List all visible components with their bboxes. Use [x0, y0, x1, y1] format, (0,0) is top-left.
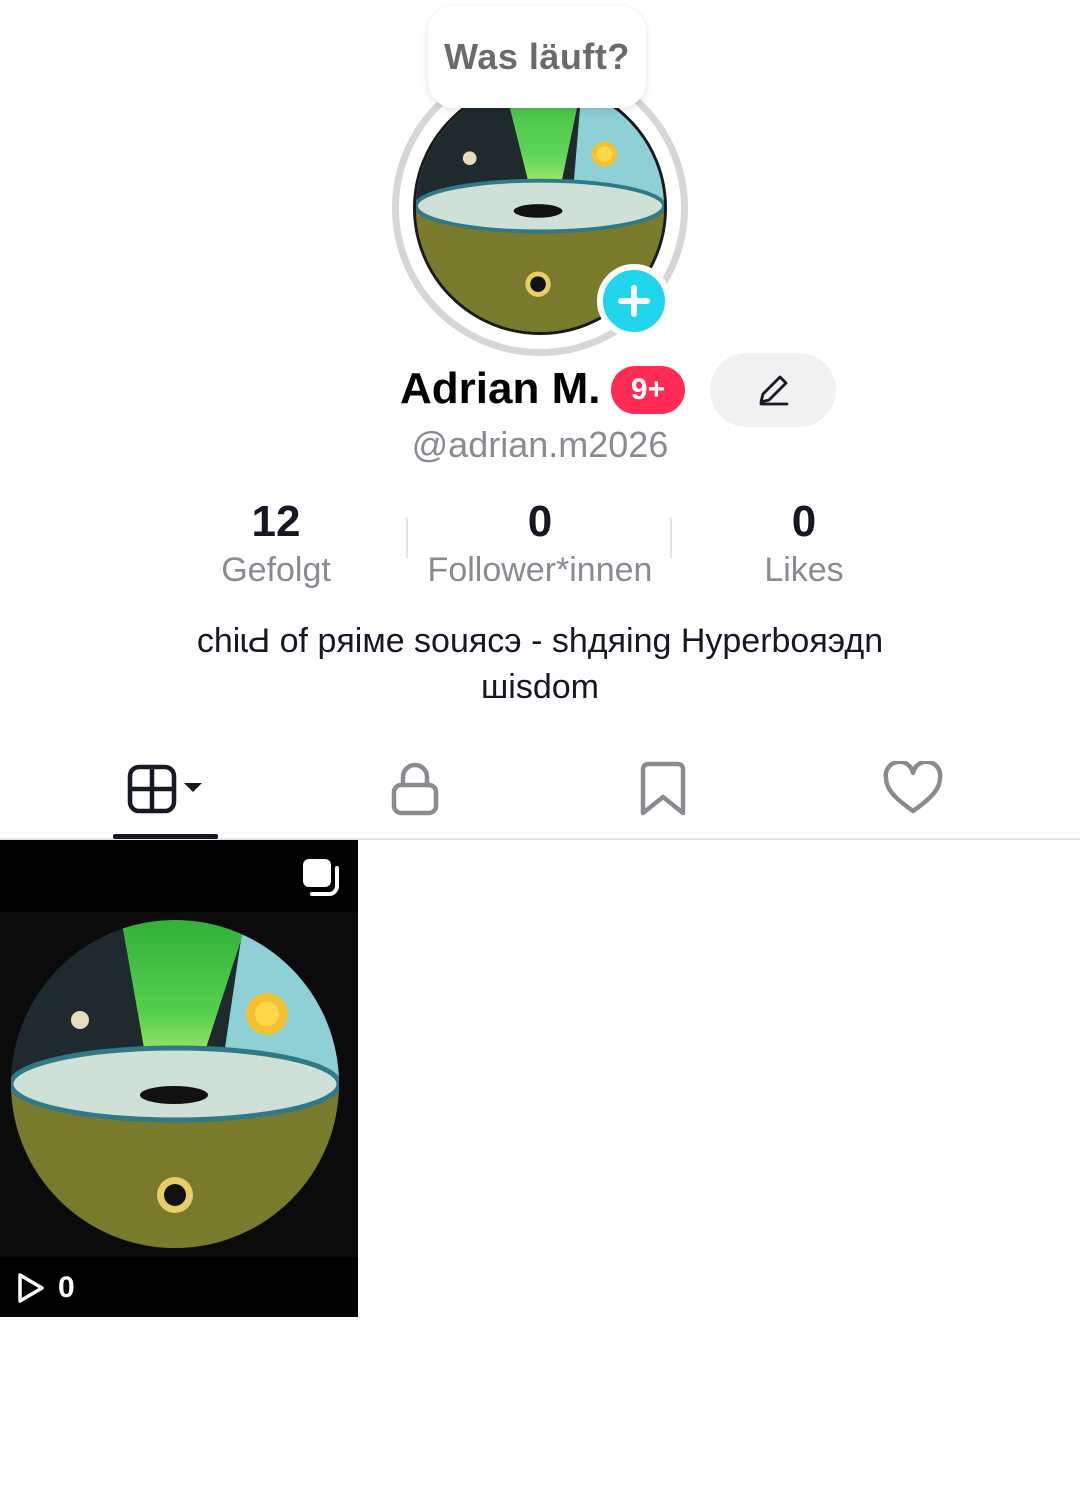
profile-tabs [0, 740, 1080, 840]
grid-icon [127, 764, 202, 814]
stat-value: 0 [527, 497, 553, 546]
stat-label: Gefolgt [221, 551, 331, 589]
pencil-icon [759, 375, 789, 406]
plus-icon [618, 285, 650, 317]
tab-private[interactable] [370, 740, 460, 838]
bio-text[interactable]: chiɩԀ of pяiмe souяcэ - shдяing Hyperboя… [140, 618, 940, 710]
tab-saved[interactable] [618, 740, 708, 838]
active-tab-indicator [113, 834, 218, 839]
multi-image-icon [303, 859, 339, 896]
stat-likes[interactable]: 0 Likes [664, 498, 944, 592]
whats-happening-tooltip[interactable]: Was läuft? [428, 6, 646, 108]
thumbnail-image [0, 912, 358, 1257]
edit-profile-button[interactable] [710, 353, 836, 427]
stat-followers[interactable]: 0 Follower*innen [400, 498, 680, 592]
stat-label: Follower*innen [427, 551, 653, 589]
stat-following[interactable]: 12 Gefolgt [136, 498, 416, 592]
tab-liked[interactable] [866, 740, 960, 838]
profile-page: Was läuft? Adrian M. 9+ @adrian.m2026 12… [0, 0, 1080, 1493]
video-thumbnail[interactable]: 0 [0, 840, 358, 1317]
notification-badge[interactable]: 9+ [611, 366, 685, 414]
bookmark-icon [640, 761, 686, 816]
username: @adrian.m2026 [411, 424, 669, 465]
lock-icon [391, 762, 439, 816]
heart-icon [883, 761, 943, 814]
tab-videos[interactable] [110, 740, 222, 838]
display-name: Adrian M. [400, 364, 601, 413]
play-icon [18, 1273, 44, 1303]
name-row: Adrian M. 9+ [0, 353, 1080, 427]
add-story-button[interactable] [597, 264, 671, 338]
view-count: 0 [16, 1268, 75, 1308]
stat-value: 0 [791, 497, 817, 546]
stat-label: Likes [764, 551, 844, 589]
tooltip-text: Was läuft? [444, 36, 630, 77]
view-count-value: 0 [58, 1271, 75, 1304]
stat-value: 12 [251, 497, 301, 546]
